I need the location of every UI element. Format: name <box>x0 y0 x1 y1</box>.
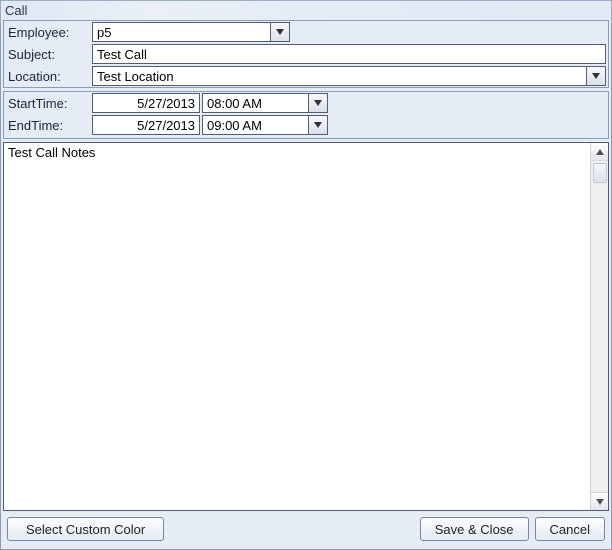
employee-combo[interactable] <box>92 22 292 42</box>
chevron-down-icon <box>596 499 604 505</box>
chevron-down-icon <box>314 122 322 128</box>
location-input[interactable] <box>92 66 586 86</box>
notes-textarea[interactable] <box>4 143 590 510</box>
endtime-label: EndTime: <box>6 118 92 133</box>
start-time-combo[interactable] <box>202 93 330 113</box>
subject-label: Subject: <box>6 47 92 62</box>
cancel-button[interactable]: Cancel <box>535 517 605 541</box>
location-label: Location: <box>6 69 92 84</box>
save-and-close-button[interactable]: Save & Close <box>420 517 529 541</box>
chevron-down-icon <box>276 29 284 35</box>
dialog-footer: Select Custom Color Save & Close Cancel <box>1 511 611 549</box>
location-combo[interactable] <box>92 66 606 86</box>
subject-input[interactable] <box>92 44 606 64</box>
location-dropdown-button[interactable] <box>586 66 606 86</box>
starttime-label: StartTime: <box>6 96 92 111</box>
start-time-input[interactable] <box>202 93 308 113</box>
employee-label: Employee: <box>6 25 92 40</box>
details-section: Employee: Subject: Location: <box>3 20 609 88</box>
chevron-down-icon <box>592 73 600 79</box>
employee-dropdown-button[interactable] <box>270 22 290 42</box>
end-time-input[interactable] <box>202 115 308 135</box>
end-date-input[interactable] <box>92 115 200 135</box>
scroll-thumb[interactable] <box>593 163 607 183</box>
chevron-down-icon <box>314 100 322 106</box>
call-dialog: Call Employee: Subject: Location: <box>0 0 612 550</box>
employee-input[interactable] <box>92 22 270 42</box>
start-date-input[interactable] <box>92 93 200 113</box>
time-section: StartTime: EndTime: <box>3 91 609 139</box>
scroll-up-button[interactable] <box>591 143 608 161</box>
end-time-combo[interactable] <box>202 115 330 135</box>
start-time-dropdown-button[interactable] <box>308 93 328 113</box>
notes-area <box>3 142 609 511</box>
window-title: Call <box>1 1 611 18</box>
notes-scrollbar[interactable] <box>590 143 608 510</box>
end-time-dropdown-button[interactable] <box>308 115 328 135</box>
chevron-up-icon <box>596 149 604 155</box>
select-custom-color-button[interactable]: Select Custom Color <box>7 517 164 541</box>
scroll-down-button[interactable] <box>591 492 608 510</box>
